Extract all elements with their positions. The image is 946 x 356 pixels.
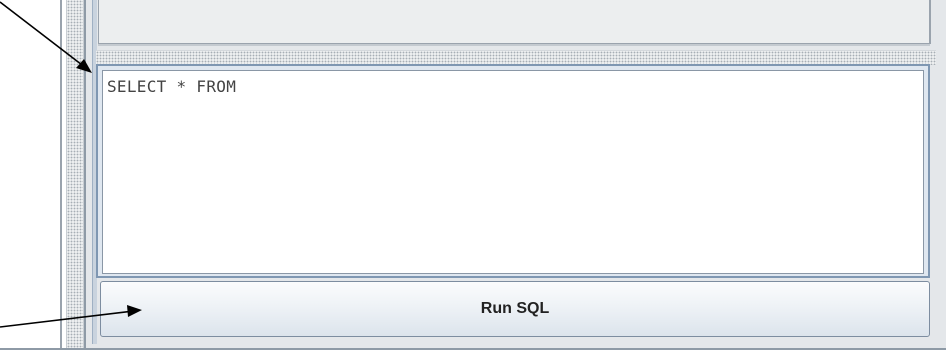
sql-editor[interactable]: SELECT * FROM: [102, 70, 924, 274]
left-frame-border: [60, 0, 62, 356]
sql-query-window: SELECT * FROM Run SQL: [0, 0, 946, 356]
bottom-margin: [0, 350, 946, 356]
results-pane: [98, 0, 931, 44]
run-sql-button[interactable]: Run SQL: [100, 281, 930, 337]
horizontal-splitter[interactable]: [96, 50, 936, 65]
results-pane-divider: [98, 44, 930, 46]
vertical-splitter[interactable]: [66, 0, 84, 348]
